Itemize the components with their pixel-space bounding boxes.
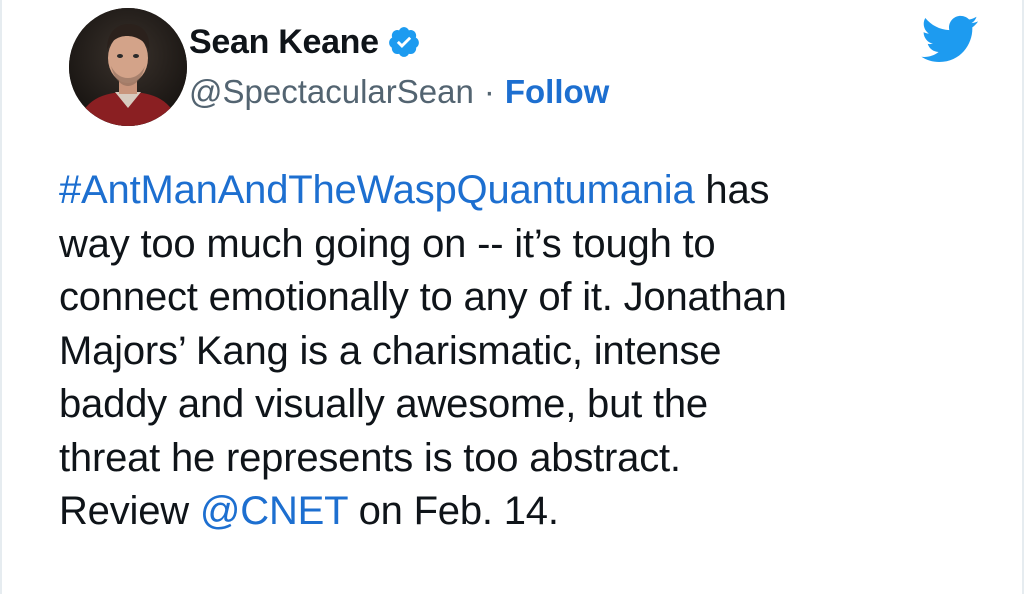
tweet-line-5: baddy and visually awesome, but the (59, 382, 708, 426)
avatar[interactable] (69, 8, 187, 126)
follow-button[interactable]: Follow (505, 73, 609, 111)
author-handle-row: @SpectacularSean · Follow (189, 72, 609, 112)
twitter-bird-icon[interactable] (919, 14, 979, 64)
tweet-line-3: connect emotionally to any of it. Jonath… (59, 275, 787, 319)
tweet-line-1: #AntManAndTheWaspQuantumania has (59, 164, 999, 218)
separator-dot: · (483, 73, 495, 110)
tweet-line-2: way too much going on -- it’s tough to (59, 221, 716, 266)
profile-photo (69, 8, 187, 126)
tweet-text-segment: Review (59, 489, 200, 533)
author-handle[interactable]: @SpectacularSean (189, 73, 474, 111)
tweet-text-segment: on Feb. 14. (347, 489, 559, 533)
tweet-line-4: Majors’ Kang is a charismatic, intense (59, 328, 722, 373)
tweet-line-7: Review @CNET on Feb. 14. (59, 485, 999, 539)
author-name-row: Sean Keane (189, 20, 421, 64)
tweet-body: #AntManAndTheWaspQuantumania has way too… (59, 164, 999, 539)
tweet-card: Sean Keane @SpectacularSean · Follow #An… (0, 0, 1024, 594)
tweet-text-segment: has (694, 168, 770, 212)
hashtag-link[interactable]: #AntManAndTheWaspQuantumania (59, 168, 695, 212)
author-display-name[interactable]: Sean Keane (189, 23, 379, 62)
verified-badge-icon (387, 25, 421, 59)
mention-link[interactable]: @CNET (200, 489, 348, 533)
tweet-line-6: threat he represents is too abstract. (59, 435, 681, 480)
